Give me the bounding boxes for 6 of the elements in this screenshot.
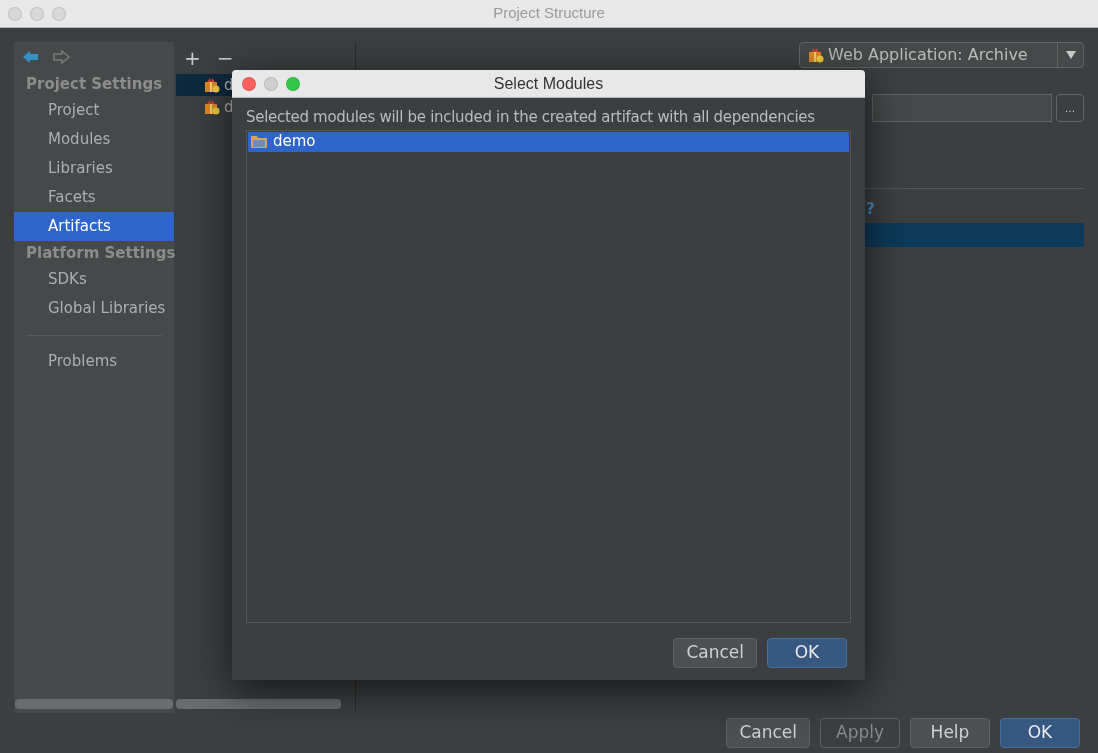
dialog-message: Selected modules will be included in the created artifact with all dependencies bbox=[246, 107, 816, 128]
type-value: Web Application: Archive bbox=[828, 44, 1028, 66]
section-header: Platform Settings bbox=[25, 243, 174, 264]
section-header: Project Settings bbox=[25, 74, 164, 95]
dialog-title: Select Modules bbox=[492, 73, 605, 94]
window-title: Project Structure bbox=[492, 3, 606, 24]
